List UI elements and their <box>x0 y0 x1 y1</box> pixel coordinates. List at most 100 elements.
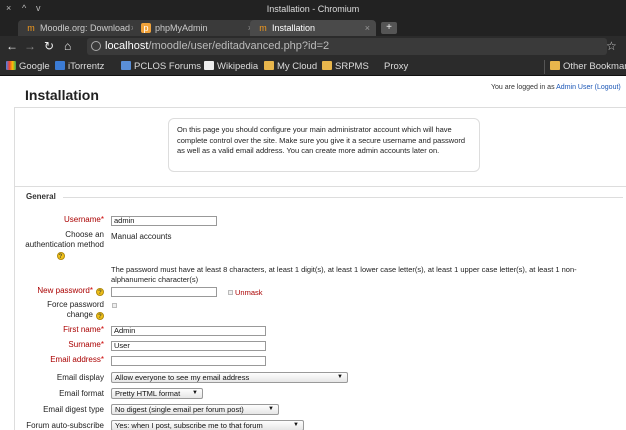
email-address-label: Email address* <box>0 355 104 365</box>
help-icon[interactable]: ? <box>96 288 104 296</box>
email-format-select[interactable]: Pretty HTML format ▼ <box>111 388 203 399</box>
login-info: You are logged in as Admin User (Logout) <box>491 84 621 91</box>
dropdown-arrow-icon: ▼ <box>192 390 198 396</box>
bookmark-label: Google <box>19 61 50 72</box>
firstname-input[interactable]: Admin <box>111 326 266 336</box>
help-icon[interactable]: ? <box>96 312 104 320</box>
folder-icon <box>322 61 332 70</box>
tab-label: Installation <box>272 23 316 33</box>
reload-icon[interactable]: ↻ <box>44 39 54 53</box>
username-input[interactable]: admin <box>111 216 217 226</box>
back-arrow-icon[interactable]: ← <box>6 39 18 53</box>
user-profile-link[interactable]: Admin User <box>556 84 593 91</box>
tab-strip: m Moodle.org: Download × p phpMyAdmin × … <box>0 18 626 36</box>
label-text: Email address <box>50 355 101 364</box>
window-title: Installation - Chromium <box>266 4 360 14</box>
bookmark-folder-srpms[interactable]: SRPMS <box>322 61 369 72</box>
phpmyadmin-icon: p <box>141 23 151 33</box>
moodle-icon: m <box>27 23 35 33</box>
bookmark-label: PCLOS Forums <box>134 61 202 72</box>
forum-autosubscribe-select[interactable]: Yes: when I post, subscribe me to that f… <box>111 420 304 430</box>
label-text: Username <box>63 215 101 224</box>
bookmark-label: Proxy <box>384 61 409 72</box>
folder-icon <box>550 61 560 70</box>
select-value: Allow everyone to see my email address <box>115 373 250 382</box>
select-value: Pretty HTML format <box>115 389 181 398</box>
bookmark-label: Wikipedia <box>217 61 259 72</box>
tab-moodle-download[interactable]: m Moodle.org: Download × <box>18 20 142 36</box>
folder-icon <box>264 61 274 70</box>
new-password-label: New password*? <box>0 286 104 296</box>
force-password-change-checkbox[interactable] <box>112 303 117 308</box>
bookmark-label: Other Bookmarks <box>563 61 626 72</box>
bookmark-label: SRPMS <box>335 61 369 72</box>
label-text: First name <box>63 325 101 334</box>
bookmark-pclos-forums[interactable]: PCLOS Forums <box>121 61 201 72</box>
email-display-select[interactable]: Allow everyone to see my email address ▼ <box>111 372 348 383</box>
email-digest-label: Email digest type <box>43 405 104 414</box>
dropdown-arrow-icon: ▼ <box>268 406 274 412</box>
address-bar[interactable]: localhost/moodle/user/editadvanced.php?i… <box>87 38 607 55</box>
bookmark-folder-my-cloud[interactable]: My Cloud <box>264 61 317 72</box>
forward-arrow-icon[interactable]: → <box>24 39 36 53</box>
logout-link[interactable]: (Logout) <box>595 84 621 91</box>
google-icon <box>6 61 16 70</box>
username-label: Username* <box>0 215 104 225</box>
window-titlebar: × ^ v Installation - Chromium <box>0 0 626 18</box>
bookmark-label: My Cloud <box>277 61 318 72</box>
section-general-legend[interactable]: General <box>26 192 56 201</box>
bookmarks-bar: Google iTorrentz PCLOS Forums Wikipedia … <box>0 58 626 76</box>
password-policy-text: The password must have at least 8 charac… <box>111 265 577 284</box>
bookmark-wikipedia[interactable]: Wikipedia <box>204 61 258 72</box>
label-line: change <box>66 310 93 319</box>
section-divider <box>15 186 626 187</box>
label-text: New password <box>37 286 90 295</box>
new-tab-button[interactable]: + <box>381 22 397 34</box>
moodle-icon: m <box>259 23 267 33</box>
legend-divider <box>63 197 623 198</box>
bookmarks-separator <box>544 60 545 74</box>
select-value: Yes: when I post, subscribe me to that f… <box>115 421 263 430</box>
bookmark-star-icon[interactable]: ☆ <box>606 39 617 53</box>
tab-installation[interactable]: m Installation × <box>250 20 376 36</box>
label-line: authentication method <box>25 240 104 249</box>
unmask-checkbox[interactable] <box>228 290 233 295</box>
help-icon[interactable]: ? <box>56 252 65 260</box>
unmask-label[interactable]: Unmask <box>235 288 263 297</box>
url-path: /moodle/user/editadvanced.php?id=2 <box>148 40 330 52</box>
email-format-label: Email format <box>59 389 104 398</box>
required-icon: * <box>100 215 104 224</box>
email-display-label: Email display <box>56 373 104 382</box>
page-viewport: You are logged in as Admin User (Logout)… <box>0 77 626 430</box>
browser-toolbar: ← → ↻ ⌂ localhost/moodle/user/editadvanc… <box>0 36 626 58</box>
bookmark-itorrentz[interactable]: iTorrentz <box>55 61 104 72</box>
required-icon: * <box>100 325 104 334</box>
force-password-change-label: Force password change? <box>0 300 104 320</box>
page-title: Installation <box>25 87 99 103</box>
tab-close-icon[interactable]: × <box>365 23 370 33</box>
bookmark-google[interactable]: Google <box>6 61 50 72</box>
login-prefix: You are logged in as <box>491 84 557 91</box>
torrentz-icon <box>55 61 65 70</box>
url-host: localhost <box>105 40 149 52</box>
forum-autosubscribe-label: Forum auto-subscribe <box>26 421 104 430</box>
home-icon[interactable]: ⌂ <box>64 39 71 53</box>
bookmark-label: iTorrentz <box>68 61 105 72</box>
required-icon: * <box>100 355 104 364</box>
email-digest-select[interactable]: No digest (single email per forum post) ▼ <box>111 404 279 415</box>
bookmark-folder-other[interactable]: Other Bookmarks <box>550 61 626 72</box>
firstname-label: First name* <box>0 325 104 335</box>
wikipedia-icon <box>204 61 214 70</box>
tab-phpmyadmin[interactable]: p phpMyAdmin × <box>133 20 259 36</box>
globe-icon <box>91 41 101 51</box>
tab-label: phpMyAdmin <box>155 23 208 33</box>
bookmark-proxy[interactable]: Proxy <box>384 61 408 72</box>
pclos-icon <box>121 61 131 70</box>
auth-method-value: Manual accounts <box>111 232 172 241</box>
new-password-input[interactable] <box>111 287 217 297</box>
surname-label: Surname* <box>0 340 104 350</box>
label-line: Force password <box>47 300 104 309</box>
required-icon: * <box>100 340 104 349</box>
surname-input[interactable]: User <box>111 341 266 351</box>
email-address-input[interactable] <box>111 356 266 366</box>
